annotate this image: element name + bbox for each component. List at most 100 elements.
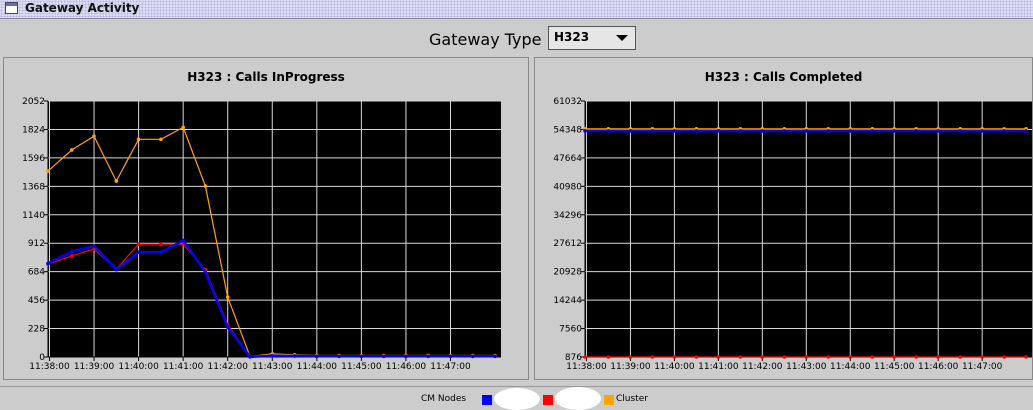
data-point [738, 129, 743, 133]
y-tick-label: 2052 [22, 97, 45, 107]
gateway-type-label: Gateway Type [429, 30, 542, 49]
data-point [136, 242, 141, 246]
data-point [650, 355, 655, 359]
y-tick-label: 7560 [559, 325, 582, 335]
x-tick-label: 11:42:00 [208, 362, 249, 372]
y-tick-label: 1596 [22, 154, 45, 164]
data-point [583, 355, 587, 359]
data-point [92, 244, 96, 248]
y-tick-label: 61032 [553, 97, 582, 107]
data-point [471, 354, 475, 359]
x-tick-label: 11:45:00 [341, 362, 382, 372]
x-tick-label: 11:47:00 [962, 362, 1003, 372]
data-point [650, 129, 655, 133]
data-point [381, 354, 386, 359]
data-point [46, 261, 50, 266]
x-tick-label: 11:46:00 [386, 362, 427, 372]
data-point [1024, 355, 1028, 359]
x-tick-label: 11:45:00 [874, 362, 915, 372]
y-tick-label: 54348 [553, 125, 582, 135]
data-point [892, 129, 896, 133]
y-tick-label: 34296 [553, 211, 582, 221]
calls-completed-chart: 8767560142442092827612342964098047664543… [553, 97, 1032, 372]
data-point [46, 169, 50, 173]
legend-node1-swatch [482, 395, 492, 405]
x-tick-label: 11:38:00 [566, 362, 607, 372]
data-point [606, 355, 611, 359]
data-point [248, 355, 252, 359]
data-point [738, 355, 743, 359]
data-point [225, 295, 230, 299]
data-point [70, 254, 74, 258]
x-tick-label: 11:46:00 [918, 362, 959, 372]
data-point [159, 242, 163, 246]
x-tick-label: 11:39:00 [610, 362, 651, 372]
data-point [782, 129, 787, 133]
data-point [315, 354, 319, 359]
legend-redacted-node1 [494, 388, 540, 410]
data-point [92, 134, 96, 138]
data-point [936, 355, 940, 359]
data-point [716, 129, 721, 133]
x-tick-label: 11:43:00 [786, 362, 827, 372]
data-point [760, 129, 765, 133]
y-tick-label: 20928 [553, 268, 582, 278]
x-tick-label: 11:42:00 [742, 362, 783, 372]
y-tick-label: 684 [28, 268, 45, 278]
data-point [292, 354, 297, 358]
data-point [426, 354, 431, 359]
gateway-type-selected-value: H323 [554, 30, 590, 44]
window-title-bar[interactable]: Gateway Activity [0, 0, 1033, 19]
data-point [70, 249, 74, 254]
x-tick-label: 11:40:00 [118, 362, 159, 372]
plot-area [585, 101, 1032, 357]
x-tick-label: 11:44:00 [297, 362, 338, 372]
x-tick-label: 11:44:00 [830, 362, 871, 372]
y-tick-label: 40980 [553, 182, 582, 192]
data-point [892, 355, 896, 359]
y-tick-label: 27612 [553, 239, 582, 249]
data-point [1002, 129, 1006, 133]
data-point [270, 354, 275, 358]
data-point [70, 148, 74, 152]
data-point [672, 129, 677, 133]
x-tick-label: 11:38:00 [29, 362, 70, 372]
x-tick-label: 11:39:00 [74, 362, 115, 372]
data-point [804, 129, 809, 133]
data-point [203, 270, 208, 274]
data-point [114, 179, 119, 183]
y-tick-label: 228 [28, 325, 45, 335]
data-point [694, 355, 699, 359]
data-point [760, 355, 765, 359]
legend-redacted-node2 [555, 387, 601, 410]
data-point [914, 355, 918, 359]
gateway-type-row: Gateway Type H323 [0, 19, 1033, 55]
data-point [870, 129, 875, 133]
data-point [159, 137, 163, 142]
data-point [914, 129, 918, 133]
data-point [870, 355, 875, 359]
chevron-down-icon [616, 35, 628, 41]
data-point [672, 355, 677, 359]
data-point [694, 129, 699, 133]
legend-cluster-swatch [604, 395, 614, 405]
data-point [848, 355, 853, 359]
data-point [203, 184, 208, 188]
data-point [628, 129, 633, 133]
calls-inprogress-chart: 02284566849121140136815961824205211:38:0… [22, 97, 501, 372]
data-point [936, 129, 940, 133]
y-tick-label: 1824 [22, 125, 45, 135]
data-point [628, 355, 633, 359]
data-point [958, 129, 962, 133]
data-point [493, 354, 497, 359]
data-point [136, 137, 141, 142]
data-point [225, 325, 230, 329]
data-point [716, 355, 721, 359]
y-tick-label: 47664 [553, 154, 582, 164]
plot-area [48, 101, 501, 357]
data-point [980, 355, 984, 359]
legend-cm-nodes-label: CM Nodes [421, 394, 467, 404]
data-point [980, 129, 984, 133]
data-point [583, 129, 587, 133]
gateway-type-dropdown[interactable]: H323 [548, 26, 636, 50]
